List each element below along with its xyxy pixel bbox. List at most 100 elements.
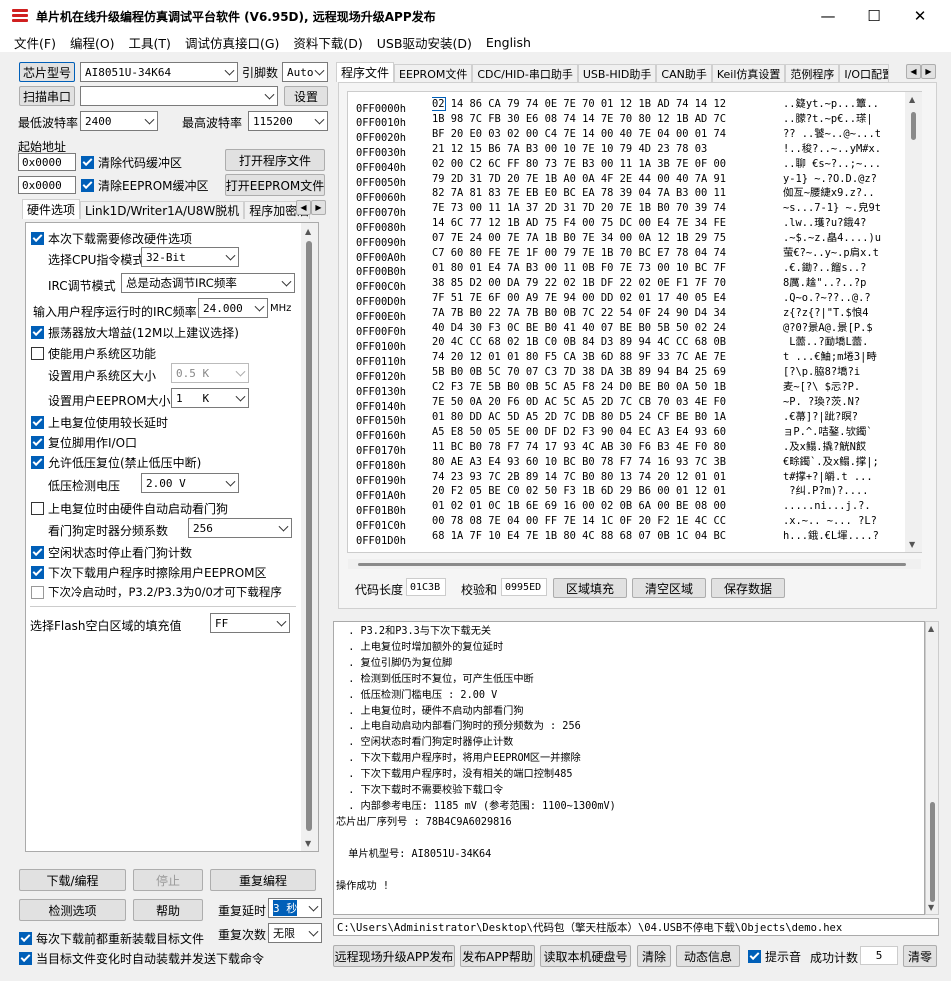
- hex-bytes[interactable]: 7F 51 7E 6F 00 A9 7E 94 00 DD 02 01 17 4…: [432, 291, 783, 306]
- port-select[interactable]: [80, 86, 278, 106]
- hex-bytes[interactable]: BF 20 E0 03 02 00 C4 7E 14 00 40 7E 04 0…: [432, 127, 783, 142]
- clear-code-buffer-checkbox[interactable]: 清除代码缓冲区: [81, 154, 182, 171]
- irc-freq-input[interactable]: 24.000: [198, 298, 268, 318]
- user-system-area-checkbox[interactable]: 使能用户系统区功能: [31, 345, 156, 362]
- scroll-down-icon[interactable]: ▼: [928, 903, 934, 912]
- hex-bytes[interactable]: 82 7A 81 83 7E EB E0 BC EA 78 39 04 7A B…: [432, 186, 783, 201]
- irc-mode-select[interactable]: 总是动态调节IRC频率: [121, 273, 295, 293]
- hex-ascii[interactable]: .€菷]?|跐?瞑?: [783, 410, 903, 425]
- scroll-up-icon[interactable]: ▲: [928, 624, 934, 633]
- hex-ascii[interactable]: €畭鐲`.及x鳎.撑|;: [783, 455, 903, 470]
- hex-bytes[interactable]: 01 80 DD AC 5D A5 2D 7C DB 80 D5 24 CF B…: [432, 410, 783, 425]
- hex-ascii[interactable]: .x.~.. ~... ?L?: [783, 514, 903, 529]
- publish-app-help-button[interactable]: 发布APP帮助: [460, 945, 535, 967]
- hex-bytes[interactable]: 74 23 93 7C 2B 89 14 7C B0 80 13 74 20 1…: [432, 470, 783, 485]
- repeat-count-select[interactable]: 无限: [268, 923, 322, 943]
- hex-scrollbar[interactable]: ▲ ▼: [905, 92, 922, 552]
- tab-scroll-right-button[interactable]: ▶: [311, 200, 326, 215]
- hex-ascii[interactable]: .€.鋤?..餾s..?: [783, 261, 903, 276]
- cpu-mode-select[interactable]: 32-Bit: [141, 247, 239, 267]
- scroll-up-icon[interactable]: ▲: [305, 227, 311, 236]
- long-reset-delay-checkbox[interactable]: 上电复位使用较长延时: [31, 414, 168, 431]
- tab-cdc-hid-serial[interactable]: CDC/HID-串口助手: [472, 64, 578, 82]
- hex-file-path[interactable]: C:\Users\Administrator\Desktop\代码包（擎天柱版本…: [333, 918, 939, 936]
- tab-eeprom-file[interactable]: EEPROM文件: [394, 64, 473, 82]
- hex-ascii[interactable]: !..稄?..~..yM#x.: [783, 142, 903, 157]
- hex-hscrollbar[interactable]: [348, 559, 921, 569]
- repeat-program-button[interactable]: 重复编程: [210, 869, 316, 891]
- hex-bytes[interactable]: 74 20 12 01 01 80 F5 CA 3B 6D 88 9F 33 7…: [432, 350, 783, 365]
- tab-keil-sim[interactable]: Keil仿真设置: [711, 64, 786, 82]
- osc-gain-checkbox[interactable]: 振荡器放大增益(12M以上建议选择): [31, 324, 239, 341]
- panel-scrollbar[interactable]: ▲ ▼: [301, 223, 318, 851]
- hex-bytes[interactable]: 79 2D 31 7D 20 7E 1B A0 0A 4F 2E 44 00 4…: [432, 172, 783, 187]
- low-voltage-reset-checkbox[interactable]: 允许低压复位(禁止低压中断): [31, 454, 201, 471]
- p32-p33-checkbox[interactable]: 下次冷启动时，P3.2/P3.3为0/0才可下载程序: [31, 584, 282, 600]
- hex-ascii[interactable]: 8厲.趛"..?..?p: [783, 276, 903, 291]
- hex-ascii[interactable]: .....ni...j.?.: [783, 499, 903, 514]
- hex-bytes[interactable]: A5 E8 50 05 5E 00 DF D2 F3 90 04 EC A3 E…: [432, 425, 783, 440]
- hex-bytes[interactable]: 40 D4 30 F3 0C BE B0 41 40 07 BE B0 5B 5…: [432, 321, 783, 336]
- hex-bytes[interactable]: 7E 73 00 11 1A 37 2D 31 7D 20 7E 1B B0 7…: [432, 201, 783, 216]
- wdt-auto-start-checkbox[interactable]: 上电复位时由硬件自动启动看门狗: [31, 500, 228, 517]
- hex-ascii[interactable]: ~s...7-1} ~.皃9t: [783, 201, 903, 216]
- scroll-down-icon[interactable]: ▼: [909, 540, 915, 549]
- hex-bytes[interactable]: 5B B0 0B 5C 70 07 C3 7D 38 DA 3B 89 94 B…: [432, 365, 783, 380]
- scroll-up-icon[interactable]: ▲: [909, 95, 915, 104]
- hex-ascii[interactable]: @?0?景A@.景[P.$: [783, 321, 903, 336]
- auto-reload-send-checkbox[interactable]: 当目标文件变化时自动装载并发送下载命令: [19, 950, 264, 967]
- menu-english[interactable]: English: [486, 35, 531, 50]
- hex-ascii[interactable]: .Q~o.?~??..@.?: [783, 291, 903, 306]
- hex-bytes[interactable]: 01 80 01 E4 7A B3 00 11 0B F0 7E 73 00 1…: [432, 261, 783, 276]
- hex-bytes[interactable]: 02 14 86 CA 79 74 0E 7E 70 01 12 1B AD 7…: [432, 97, 783, 112]
- close-button[interactable]: ✕: [897, 0, 943, 32]
- hex-ascii[interactable]: y-1} ~.?O.D.@z?: [783, 172, 903, 187]
- hex-ascii[interactable]: ョP.^.咭鏊.欤鐲`: [783, 425, 903, 440]
- tab-examples[interactable]: 范例程序: [785, 64, 840, 82]
- min-baud-select[interactable]: 2400: [80, 111, 158, 131]
- dynamic-info-button[interactable]: 动态信息: [676, 945, 740, 967]
- hex-bytes[interactable]: 21 12 15 B6 7A B3 00 10 7E 10 79 4D 23 7…: [432, 142, 783, 157]
- clear-log-button[interactable]: 清除: [637, 945, 671, 967]
- erase-eeprom-checkbox[interactable]: 下次下载用户程序时擦除用户EEPROM区: [31, 564, 267, 581]
- tab-scroll-left-button[interactable]: ◀: [296, 200, 311, 215]
- scroll-down-icon[interactable]: ▼: [305, 839, 311, 848]
- wdt-div-select[interactable]: 256: [188, 518, 292, 538]
- check-options-button[interactable]: 检测选项: [19, 899, 126, 921]
- eeprom-start-address-input[interactable]: 0x0000: [18, 176, 76, 194]
- modify-hw-checkbox[interactable]: 本次下载需要修改硬件选项: [31, 230, 192, 247]
- scroll-thumb[interactable]: [930, 802, 935, 902]
- hex-bytes[interactable]: C7 60 80 FE 7E 1F 00 79 7E 1B 70 BC E7 7…: [432, 246, 783, 261]
- maximize-button[interactable]: ☐: [851, 0, 897, 32]
- hex-ascii[interactable]: z{?z{?|"T.$悢4: [783, 306, 903, 321]
- menu-usb-driver[interactable]: USB驱动安装(D): [377, 33, 472, 52]
- pins-select[interactable]: Auto: [282, 62, 328, 82]
- hex-ascii[interactable]: 麦~[?\ $忈?P.: [783, 380, 903, 395]
- hex-bytes[interactable]: 01 02 01 0C 1B 6E 69 16 00 02 0B 6A 00 B…: [432, 499, 783, 514]
- hex-ascii[interactable]: h...鋨.€L堚....?: [783, 529, 903, 544]
- code-start-address-input[interactable]: 0x0000: [18, 153, 76, 171]
- tab-hardware-options[interactable]: 硬件选项: [22, 199, 81, 219]
- hex-ascii[interactable]: ..聊 €s~?..;~...: [783, 157, 903, 172]
- hex-bytes[interactable]: 00 78 08 7E 04 00 FF 7E 14 1C 0F 20 F2 1…: [432, 514, 783, 529]
- hex-bytes[interactable]: 7A 7B B0 22 7A 7B B0 0B 7C 22 54 0F 24 9…: [432, 306, 783, 321]
- scroll-thumb[interactable]: [306, 241, 312, 831]
- hex-ascii[interactable]: ~P. ?瑍?茨.N?: [783, 395, 903, 410]
- tab-io-config[interactable]: I/O口配置: [839, 64, 890, 82]
- hex-ascii[interactable]: ..朦?t.~p€..瑹|: [783, 112, 903, 127]
- menu-download[interactable]: 资料下载(D): [293, 33, 362, 52]
- hex-ascii[interactable]: L蘦..?勔墧L蘦.: [783, 335, 903, 350]
- hex-bytes[interactable]: 02 00 C2 6C FF 80 73 7E B3 00 11 1A 3B 7…: [432, 157, 783, 172]
- scan-port-button[interactable]: 扫描串口: [19, 86, 75, 106]
- user-sys-size-select[interactable]: 0.5 K: [171, 363, 249, 383]
- reload-before-download-checkbox[interactable]: 每次下载前都重新装载目标文件: [19, 930, 204, 947]
- hex-ascii[interactable]: ..籎yt.~p...簟..: [783, 97, 903, 112]
- hex-ascii[interactable]: 侞亙~腰緁x9.z?..: [783, 186, 903, 201]
- user-eeprom-size-select[interactable]: 1 K: [171, 388, 249, 408]
- tab-usb-hid[interactable]: USB-HID助手: [577, 64, 657, 82]
- hex-ascii[interactable]: [?\p.脇8?墧?i: [783, 365, 903, 380]
- hex-bytes[interactable]: 20 F2 05 BE C0 02 50 F3 1B 6D 29 B6 00 0…: [432, 484, 783, 499]
- help-button[interactable]: 帮助: [133, 899, 203, 921]
- open-eeprom-file-button[interactable]: 打开EEPROM文件: [225, 174, 325, 196]
- reset-count-button[interactable]: 清零: [903, 945, 937, 967]
